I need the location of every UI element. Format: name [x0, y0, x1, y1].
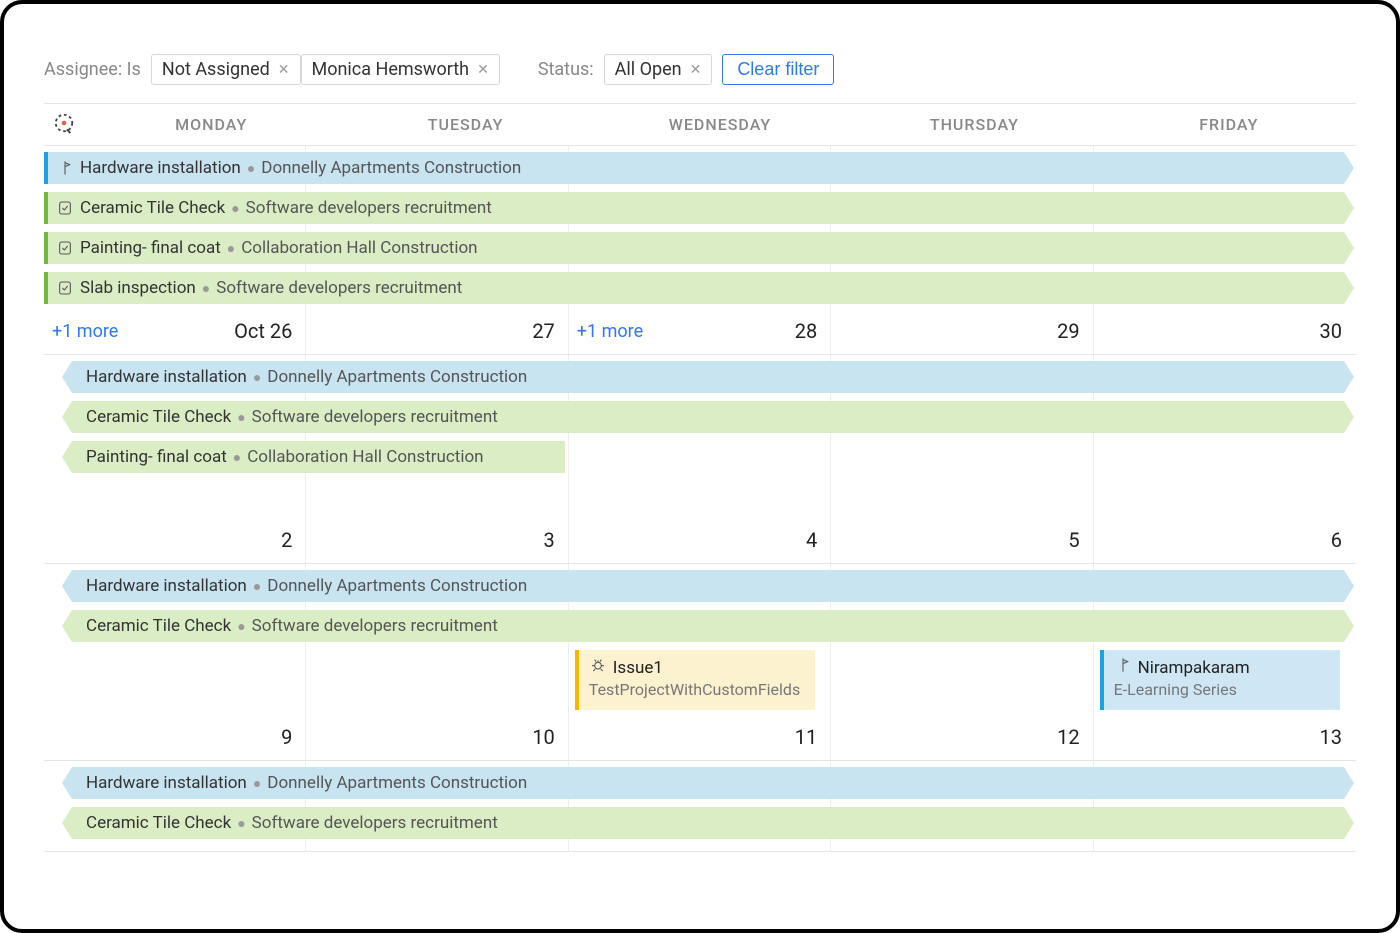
date-cell[interactable]: 13 [1094, 718, 1356, 756]
task-project: Donnelly Apartments Construction [261, 158, 521, 178]
task-title: Hardware installation [86, 576, 247, 596]
status-filter-label: Status: [538, 59, 594, 80]
day-header: THURSDAY [847, 115, 1101, 134]
task-bar[interactable]: Hardware installation●Donnelly Apartment… [44, 152, 1344, 184]
day-header: TUESDAY [338, 115, 592, 134]
milestone-icon [56, 159, 74, 177]
more-link[interactable]: +1 more [577, 321, 643, 342]
task-project: Donnelly Apartments Construction [267, 576, 527, 596]
task-bar[interactable]: Painting- final coat●Collaboration Hall … [44, 232, 1344, 264]
check-icon [56, 199, 74, 217]
task-bar[interactable]: Hardware installation●Donnelly Apartment… [72, 570, 1344, 602]
calendar-week: Hardware installation●Donnelly Apartment… [44, 355, 1356, 564]
task-title: Ceramic Tile Check [86, 616, 231, 636]
bug-icon [589, 656, 607, 674]
task-title: Ceramic Tile Check [86, 813, 231, 833]
date-cell[interactable]: 5 [831, 521, 1093, 559]
more-link[interactable]: +1 more [52, 321, 118, 342]
check-icon [56, 239, 74, 257]
task-title: Slab inspection [80, 278, 196, 298]
task-project: Software developers recruitment [252, 407, 498, 427]
date-cell[interactable]: +1 more28 [569, 312, 831, 350]
task-title: Ceramic Tile Check [86, 407, 231, 427]
task-title: Painting- final coat [80, 238, 221, 258]
date-cell[interactable]: 10 [306, 718, 568, 756]
date-cell[interactable]: +1 moreOct 26 [44, 312, 306, 350]
task-project: Collaboration Hall Construction [247, 447, 483, 467]
task-card[interactable]: NirampakaramE-Learning Series [1100, 650, 1340, 710]
day-header: MONDAY [84, 115, 338, 134]
task-project: Collaboration Hall Construction [241, 238, 477, 258]
date-cell[interactable]: 4 [569, 521, 831, 559]
task-card[interactable]: Issue1TestProjectWithCustomFields [575, 650, 815, 710]
task-bar[interactable]: Ceramic Tile Check●Software developers r… [72, 807, 1344, 839]
calendar-frame: Assignee: Is Not Assigned✕Monica Hemswor… [0, 0, 1400, 933]
day-header-row: MONDAY TUESDAY WEDNESDAY THURSDAY FRIDAY [44, 104, 1356, 146]
day-header: WEDNESDAY [593, 115, 847, 134]
assignee-chip[interactable]: Monica Hemsworth✕ [301, 54, 500, 85]
date-cell[interactable]: 2 [44, 521, 306, 559]
settings-gear-icon[interactable] [53, 112, 75, 138]
task-project: Software developers recruitment [252, 616, 498, 636]
task-bar[interactable]: Ceramic Tile Check●Software developers r… [72, 401, 1344, 433]
filter-bar: Assignee: Is Not Assigned✕Monica Hemswor… [44, 54, 1356, 85]
milestone-icon [1114, 656, 1132, 674]
task-bar[interactable]: Hardware installation●Donnelly Apartment… [72, 361, 1344, 393]
date-row: 23456 [44, 521, 1356, 559]
task-project: Donnelly Apartments Construction [267, 367, 527, 387]
remove-chip-icon[interactable]: ✕ [690, 62, 702, 78]
assignee-filter-label: Assignee: Is [44, 59, 141, 80]
calendar: MONDAY TUESDAY WEDNESDAY THURSDAY FRIDAY… [44, 103, 1356, 852]
date-cell[interactable]: 3 [306, 521, 568, 559]
remove-chip-icon[interactable]: ✕ [278, 62, 290, 78]
date-cell[interactable]: 12 [831, 718, 1093, 756]
task-bar[interactable]: Ceramic Tile Check●Software developers r… [44, 192, 1344, 224]
task-title: Hardware installation [86, 367, 247, 387]
date-row: 910111213 [44, 718, 1356, 756]
date-cell[interactable]: 29 [831, 312, 1093, 350]
date-cell[interactable]: 27 [306, 312, 568, 350]
calendar-week: Hardware installation●Donnelly Apartment… [44, 146, 1356, 355]
task-project: Donnelly Apartments Construction [267, 773, 527, 793]
calendar-week: Hardware installation●Donnelly Apartment… [44, 761, 1356, 852]
date-cell[interactable]: 11 [569, 718, 831, 756]
date-cell[interactable]: 6 [1094, 521, 1356, 559]
task-title: Ceramic Tile Check [80, 198, 225, 218]
date-row: +1 moreOct 2627+1 more282930 [44, 312, 1356, 350]
task-project: Software developers recruitment [246, 198, 492, 218]
check-icon [56, 279, 74, 297]
date-cell[interactable]: 9 [44, 718, 306, 756]
status-chip[interactable]: All Open✕ [604, 54, 713, 85]
task-bar[interactable]: Slab inspection●Software developers recr… [44, 272, 1344, 304]
clear-filter-button[interactable]: Clear filter [722, 54, 834, 85]
task-project: Software developers recruitment [252, 813, 498, 833]
remove-chip-icon[interactable]: ✕ [477, 62, 489, 78]
task-project: Software developers recruitment [216, 278, 462, 298]
task-bar[interactable]: Hardware installation●Donnelly Apartment… [72, 767, 1344, 799]
task-bar[interactable]: Ceramic Tile Check●Software developers r… [72, 610, 1344, 642]
day-header: FRIDAY [1102, 115, 1356, 134]
assignee-chip[interactable]: Not Assigned✕ [151, 54, 301, 85]
task-title: Hardware installation [80, 158, 241, 178]
task-title: Painting- final coat [86, 447, 227, 467]
date-cell[interactable]: 30 [1094, 312, 1356, 350]
task-title: Hardware installation [86, 773, 247, 793]
task-bar[interactable]: Painting- final coat●Collaboration Hall … [72, 441, 565, 473]
calendar-week: Hardware installation●Donnelly Apartment… [44, 564, 1356, 761]
